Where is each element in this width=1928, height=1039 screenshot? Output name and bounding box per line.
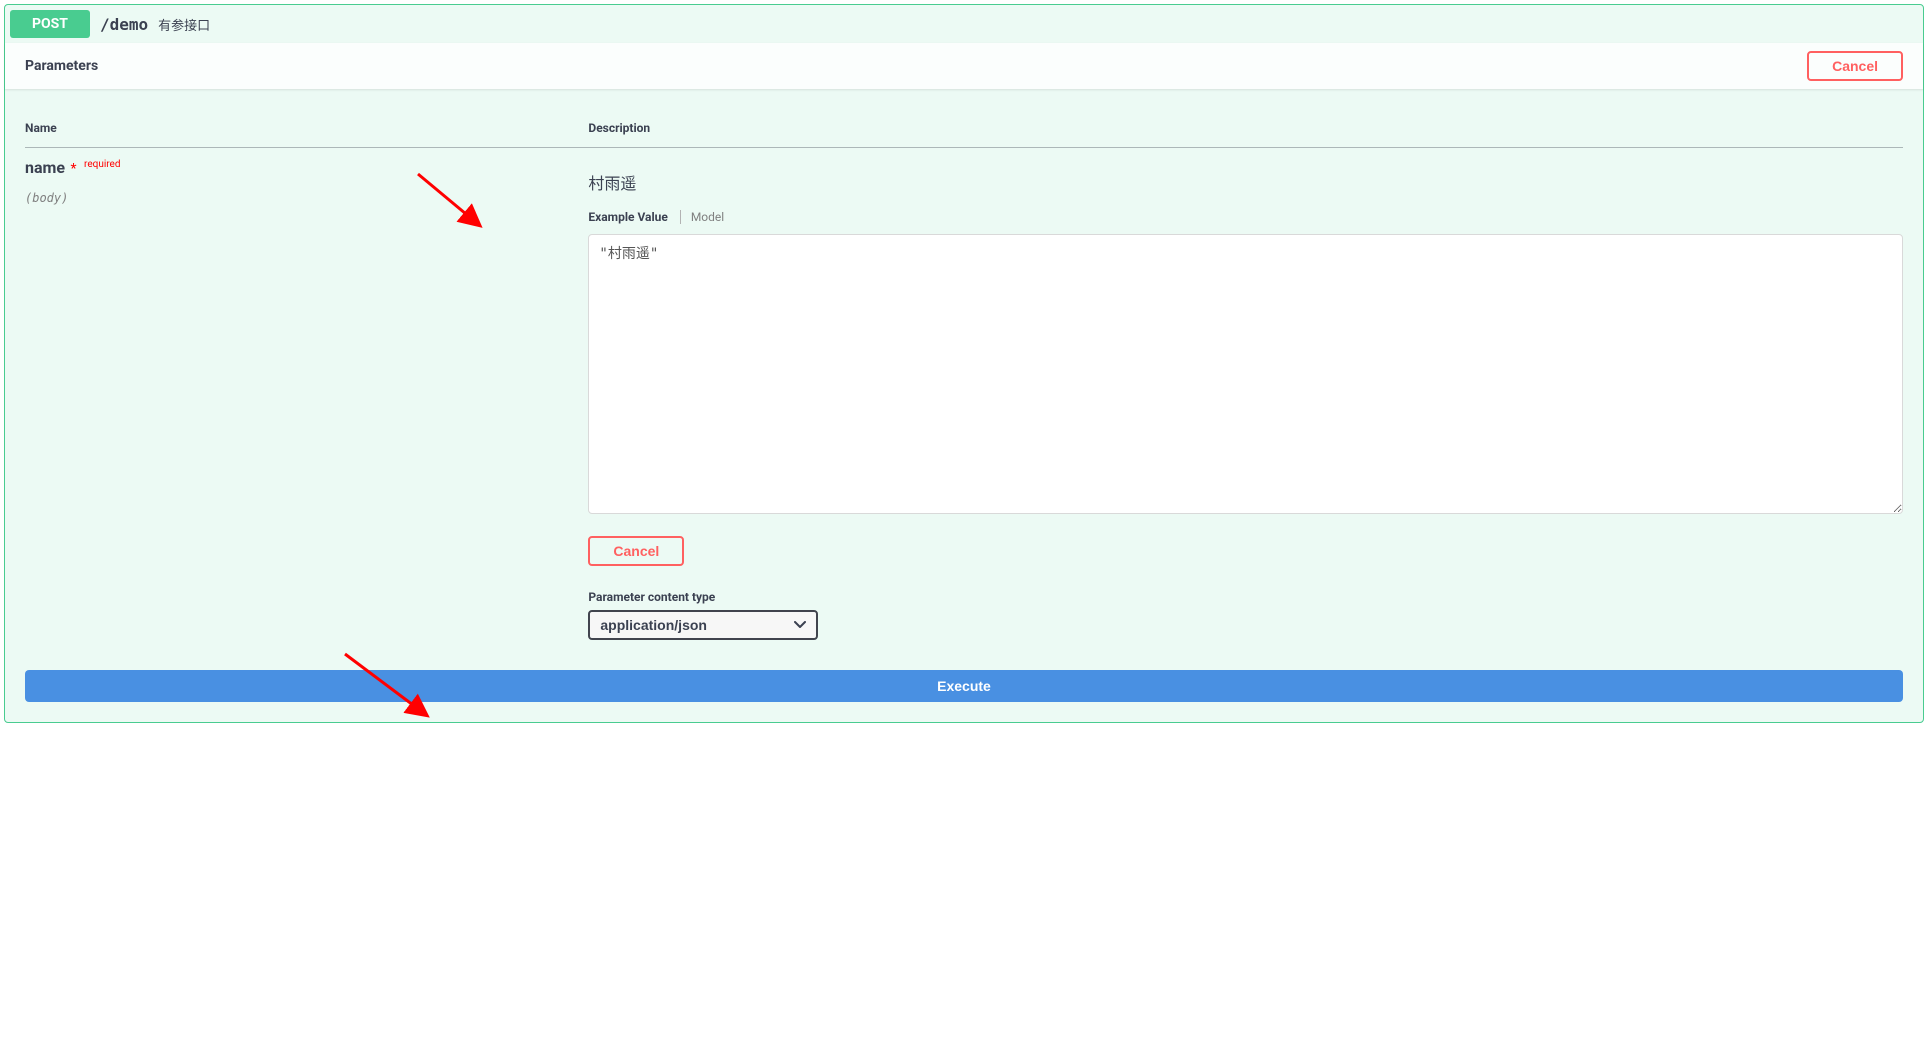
param-description-cell: 村雨遥 Example Value Model Cancel Parameter…	[588, 148, 1903, 651]
opblock-body: Parameters Cancel Name Description name	[5, 43, 1923, 722]
parameter-name: name	[25, 158, 65, 177]
table-row: name * required (body) 村雨遥 Example Value…	[25, 148, 1903, 651]
parameters-table: Name Description name * required (body)	[25, 109, 1903, 650]
content-type-label: Parameter content type	[588, 590, 1903, 604]
opblock-post: POST /demo 有参接口 Parameters Cancel Name D…	[4, 4, 1924, 723]
parameter-description: 村雨遥	[588, 170, 1903, 194]
opblock-summary[interactable]: POST /demo 有参接口	[5, 5, 1923, 43]
required-star-icon: *	[71, 161, 77, 177]
cancel-button[interactable]: Cancel	[1807, 51, 1903, 81]
table-header-row: Name Description	[25, 109, 1903, 148]
content-type-select-wrapper: application/json	[588, 610, 818, 640]
parameters-header: Parameters Cancel	[5, 43, 1923, 89]
execute-button[interactable]: Execute	[25, 670, 1903, 702]
endpoint-description: 有参接口	[158, 15, 210, 34]
body-param-textarea[interactable]	[588, 234, 1903, 514]
parameter-in: (body)	[25, 191, 588, 205]
col-header-description: Description	[588, 109, 1903, 148]
param-name-cell: name * required (body)	[25, 148, 588, 651]
required-label: required	[84, 159, 120, 170]
method-badge: POST	[10, 10, 90, 38]
execute-wrapper: Execute	[5, 670, 1923, 722]
tab-model[interactable]: Model	[680, 210, 724, 224]
cancel-body-button[interactable]: Cancel	[588, 536, 684, 566]
content-type-wrapper: Parameter content type application/json	[588, 590, 1903, 640]
content-type-select[interactable]: application/json	[588, 610, 818, 640]
col-header-name: Name	[25, 109, 588, 148]
parameters-container: Name Description name * required (body)	[5, 89, 1923, 670]
model-tabs: Example Value Model	[588, 210, 1903, 224]
endpoint-path: /demo	[100, 15, 148, 34]
parameters-title: Parameters	[25, 58, 98, 74]
tab-example-value[interactable]: Example Value	[588, 210, 667, 224]
